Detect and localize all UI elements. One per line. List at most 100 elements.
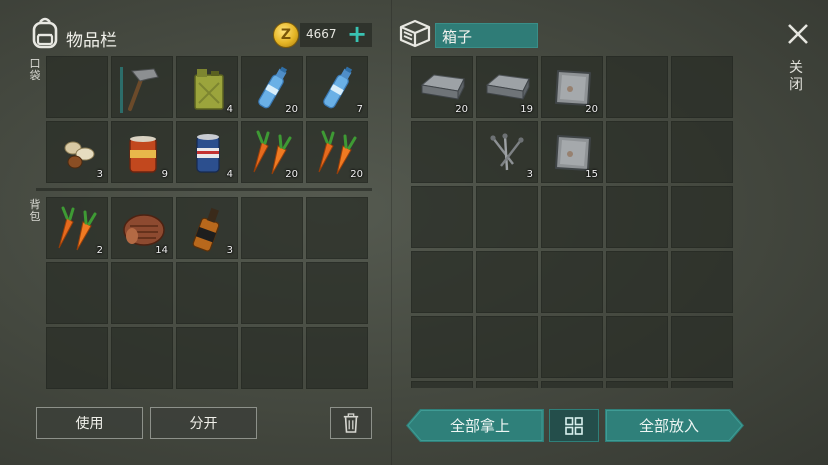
item-count: 3	[526, 169, 533, 180]
pocket-slot-carrots[interactable]: 20	[306, 121, 368, 183]
put-all-label: 全部放入	[638, 416, 699, 435]
take-all-button[interactable]: 全部拿上	[406, 409, 544, 442]
pocket-slot-soda-can[interactable]: 4	[176, 121, 238, 183]
pocket-slot-fuel-canister[interactable]: 4	[176, 56, 238, 118]
container-slot-empty[interactable]	[411, 121, 473, 183]
pocket-grid: 4 20 7 3 9 4 20 20	[46, 56, 368, 183]
container-slot-empty[interactable]	[606, 56, 668, 118]
pocket-slot-canned-food[interactable]: 9	[111, 121, 173, 183]
money-amount: 4667	[306, 27, 337, 41]
pocket-label-char: 袋	[29, 69, 41, 82]
container-slot-empty[interactable]	[411, 381, 473, 388]
container-slot-empty[interactable]	[411, 186, 473, 248]
pocket-slot-nuts[interactable]: 3	[46, 121, 108, 183]
backpack-slot-steak[interactable]: 14	[111, 197, 173, 259]
backpack-slot-empty[interactable]	[306, 327, 368, 389]
close-label-char: 关	[789, 60, 803, 76]
backpack-slot-empty[interactable]	[176, 327, 238, 389]
put-all-button[interactable]: 全部放入	[605, 409, 744, 442]
use-button[interactable]: 使用	[36, 407, 143, 439]
item-count: 20	[455, 104, 468, 115]
item-count: 20	[285, 169, 298, 180]
container-slot-empty[interactable]	[411, 251, 473, 313]
backpack-slot-empty[interactable]	[111, 327, 173, 389]
container-slot-empty[interactable]	[671, 251, 733, 313]
container-grid: 20 19 20 3 15	[411, 56, 741, 388]
container-slot-empty[interactable]	[541, 186, 603, 248]
backpack-slot-empty[interactable]	[306, 197, 368, 259]
section-separator	[36, 188, 372, 191]
container-slot-empty[interactable]	[476, 381, 538, 388]
backpack-icon	[30, 16, 60, 50]
box-icon	[398, 18, 432, 48]
container-slot-empty[interactable]	[671, 121, 733, 183]
container-slot-empty[interactable]	[541, 316, 603, 378]
grid-sort-icon	[565, 416, 583, 435]
item-count: 9	[161, 169, 168, 180]
backpack-slot-empty[interactable]	[176, 262, 238, 324]
container-slot-empty[interactable]	[476, 316, 538, 378]
container-slot-empty[interactable]	[476, 251, 538, 313]
container-slot-empty[interactable]	[541, 381, 603, 388]
item-count: 4	[226, 104, 233, 115]
pocket-slot-carrots[interactable]: 20	[241, 121, 303, 183]
backpack-label-char: 包	[29, 210, 41, 223]
backpack-slot-empty[interactable]	[306, 262, 368, 324]
container-slot-metal-plate[interactable]: 15	[541, 121, 603, 183]
pocket-slot-water-bottle[interactable]: 7	[306, 56, 368, 118]
container-slot-empty[interactable]	[606, 121, 668, 183]
container-slot-empty[interactable]	[411, 316, 473, 378]
item-count: 7	[356, 104, 363, 115]
container-slot-empty[interactable]	[541, 251, 603, 313]
pocket-slot-empty[interactable]	[46, 56, 108, 118]
backpack-slot-empty[interactable]	[46, 327, 108, 389]
sort-button[interactable]	[549, 409, 599, 442]
container-slot-metal-plate[interactable]: 20	[541, 56, 603, 118]
item-count: 2	[96, 245, 103, 256]
item-count: 19	[520, 104, 533, 115]
container-scroll[interactable]: 20 19 20 3 15	[411, 56, 741, 388]
item-count: 20	[350, 169, 363, 180]
backpack-label: 背 包	[28, 199, 42, 223]
container-slot-nails[interactable]: 3	[476, 121, 538, 183]
container-name[interactable]: 箱子	[435, 23, 538, 48]
add-money-button[interactable]: +	[346, 20, 368, 48]
container-slot-empty[interactable]	[606, 316, 668, 378]
backpack-slot-carrots[interactable]: 2	[46, 197, 108, 259]
backpack-slot-whiskey[interactable]: 3	[176, 197, 238, 259]
close-label: 关 闭	[789, 60, 807, 94]
backpack-grid: 2 14 3	[46, 197, 368, 389]
backpack-slot-empty[interactable]	[241, 327, 303, 389]
container-slot-empty[interactable]	[671, 186, 733, 248]
container-slot-iron-ingot[interactable]: 19	[476, 56, 538, 118]
close-label-char: 闭	[789, 77, 803, 93]
item-count: 20	[585, 104, 598, 115]
container-slot-empty[interactable]	[606, 381, 668, 388]
pocket-label: 口 袋	[28, 58, 42, 82]
split-button[interactable]: 分开	[150, 407, 257, 439]
item-count: 15	[585, 169, 598, 180]
close-icon	[788, 24, 808, 44]
container-slot-empty[interactable]	[671, 316, 733, 378]
pocket-slot-hammer[interactable]	[111, 56, 173, 118]
close-button[interactable]	[784, 20, 812, 48]
item-count: 14	[155, 245, 168, 256]
trash-button[interactable]	[330, 407, 372, 439]
item-count: 3	[226, 245, 233, 256]
container-slot-empty[interactable]	[671, 381, 733, 388]
trash-icon	[343, 413, 359, 433]
backpack-slot-empty[interactable]	[241, 262, 303, 324]
container-slot-empty[interactable]	[606, 251, 668, 313]
take-all-label: 全部拿上	[449, 416, 510, 435]
container-slot-iron-ingot[interactable]: 20	[411, 56, 473, 118]
container-slot-empty[interactable]	[671, 56, 733, 118]
pocket-slot-water-bottle[interactable]: 20	[241, 56, 303, 118]
backpack-slot-empty[interactable]	[46, 262, 108, 324]
inventory-title: 物品栏	[66, 31, 117, 51]
panel-divider	[391, 0, 392, 465]
item-count: 3	[96, 169, 103, 180]
backpack-slot-empty[interactable]	[241, 197, 303, 259]
container-slot-empty[interactable]	[606, 186, 668, 248]
backpack-slot-empty[interactable]	[111, 262, 173, 324]
container-slot-empty[interactable]	[476, 186, 538, 248]
